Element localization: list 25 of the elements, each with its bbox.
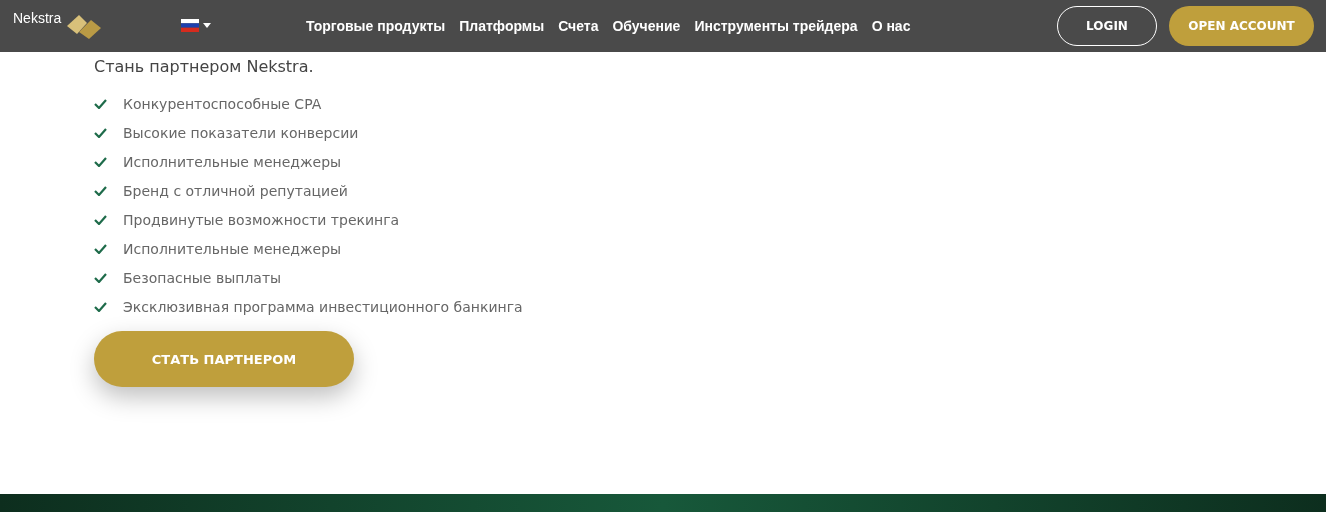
caret-icon[interactable] [203,22,211,28]
check-icon [94,302,107,312]
nav-link[interactable]: Счета [558,18,599,34]
check-icon [94,99,107,109]
logo-text[interactable]: Nekstra [13,10,62,26]
benefit-text: Исполнительные менеджеры [123,154,342,170]
benefit-text: Эксклюзивная программа инвестиционного банкинга [123,299,523,315]
check-icon [94,215,107,225]
nav-link[interactable]: Инструменты трейдера [694,18,858,34]
check-icon [94,273,107,283]
check-icon [94,244,107,254]
nav-link[interactable]: Торговые продукты [306,18,446,34]
benefit-text: Продвинутые возможности трекинга [123,212,400,228]
benefit-text: Безопасные выплаты [123,270,282,286]
check-icon [94,186,107,196]
benefit-text: Исполнительные менеджеры [123,241,342,257]
nav-link[interactable]: Платформы [459,18,545,34]
flag-icon[interactable] [181,18,199,32]
check-icon [94,128,107,138]
check-icon [94,157,107,167]
benefit-text: Конкурентоспособные CPA [123,96,322,112]
benefit-text: Высокие показатели конверсии [123,125,359,141]
benefit-text: Бренд с отличной репутацией [123,183,348,199]
nav-link[interactable]: Обучение [612,18,681,34]
nav-link[interactable]: О нас [871,18,911,34]
